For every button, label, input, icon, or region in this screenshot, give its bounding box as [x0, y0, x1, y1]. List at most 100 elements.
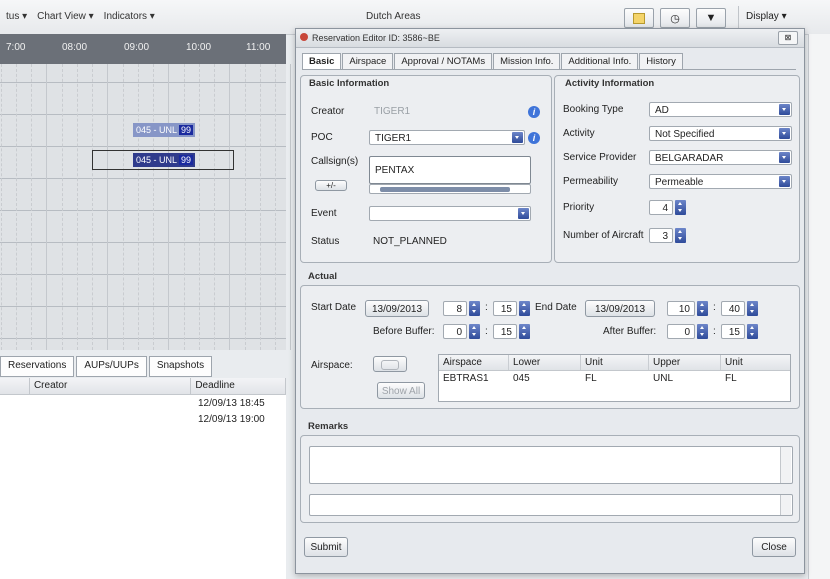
time-separator: : [713, 326, 716, 337]
tab-airspace[interactable]: Airspace [342, 53, 394, 70]
poc-select[interactable]: TIGER1 [369, 130, 525, 145]
table-row[interactable]: EBTRAS1 045 FL UNL FL [439, 371, 790, 386]
remarks-textarea[interactable] [309, 446, 793, 484]
grid-quarter-line [199, 64, 200, 350]
end-minute-input[interactable]: 40 [721, 301, 745, 316]
dialog-titlebar[interactable]: Reservation Editor ID: 3586~BE ⊠ [296, 29, 804, 48]
list-item[interactable]: 12/09/13 19:00 [0, 411, 286, 427]
info-icon[interactable]: i [528, 132, 540, 144]
grid-quarter-line [77, 64, 78, 350]
end-date-button[interactable]: 13/09/2013 [585, 300, 655, 317]
show-all-button[interactable]: Show All [377, 382, 425, 399]
add-remove-callsign-button[interactable]: +/- [315, 180, 347, 191]
grid-quarter-line [214, 64, 215, 350]
after-buffer-hour-input[interactable]: 0 [667, 324, 695, 339]
end-hour-input[interactable]: 10 [667, 301, 695, 316]
tab-approval-notams[interactable]: Approval / NOTAMs [394, 53, 493, 70]
callsign-item[interactable]: PENTAX [375, 165, 414, 176]
callsign-list[interactable]: PENTAX [369, 156, 531, 184]
column-lower[interactable]: Lower [509, 355, 581, 370]
service-provider-value: BELGARADAR [655, 153, 724, 164]
window-close-button[interactable]: ⊠ [778, 31, 798, 45]
grid-row-line [0, 306, 286, 307]
secondary-scrollbar[interactable] [780, 495, 791, 515]
scroll-thumb[interactable] [380, 187, 510, 192]
chevron-down-icon[interactable] [518, 208, 529, 219]
permeability-select[interactable]: Permeable [649, 174, 792, 189]
display-menu[interactable]: Display ▾ [746, 11, 787, 22]
grid-row-line [0, 274, 286, 275]
start-hour-spinner[interactable] [469, 301, 480, 316]
column-upper-unit[interactable]: Unit [721, 355, 788, 370]
map-icon [381, 360, 399, 370]
before-buffer-label: Before Buffer: [373, 326, 435, 337]
menu-bar: tus ▾ Chart View ▾ Indicators ▾ [6, 11, 155, 22]
tab-additional-info[interactable]: Additional Info. [561, 53, 639, 70]
dialog-title: Reservation Editor ID: 3586~BE [312, 33, 440, 43]
after-buffer-minute-spinner[interactable] [747, 324, 758, 339]
filter-button[interactable]: ▼ [696, 8, 726, 28]
service-provider-select[interactable]: BELGARADAR [649, 150, 792, 165]
submit-button[interactable]: Submit [304, 537, 348, 557]
column-upper[interactable]: Upper [649, 355, 721, 370]
tab-history[interactable]: History [639, 53, 683, 70]
event-label: Event [311, 208, 337, 219]
tab-aups-uups[interactable]: AUPs/UUPs [76, 356, 147, 377]
remarks-secondary-textarea[interactable] [309, 494, 793, 516]
remarks-group [300, 435, 800, 523]
tab-reservations[interactable]: Reservations [0, 356, 75, 377]
column-airspace[interactable]: Airspace [439, 355, 509, 370]
list-item[interactable]: 12/09/13 18:45 [0, 395, 286, 411]
close-button[interactable]: Close [752, 537, 796, 557]
aircraft-count-spinner[interactable] [675, 228, 686, 243]
grid-quarter-line [31, 64, 32, 350]
tab-snapshots[interactable]: Snapshots [148, 356, 213, 377]
chevron-down-icon[interactable] [779, 152, 790, 163]
column-creator[interactable]: Creator [30, 378, 192, 394]
start-date-button[interactable]: 13/09/2013 [365, 300, 429, 317]
tab-basic[interactable]: Basic [302, 53, 342, 70]
remarks-scrollbar[interactable] [780, 447, 791, 483]
activity-select[interactable]: Not Specified [649, 126, 792, 141]
reservation-editor-dialog: Reservation Editor ID: 3586~BE ⊠ Basic A… [295, 28, 805, 574]
tab-mission-info[interactable]: Mission Info. [493, 53, 561, 70]
before-buffer-hour-spinner[interactable] [469, 324, 480, 339]
info-icon[interactable]: i [528, 106, 540, 118]
reservation-bar[interactable]: 045 - UNL 99 [133, 123, 195, 137]
chevron-down-icon[interactable] [779, 128, 790, 139]
reservation-bar-selected[interactable]: 045 - UNL 99 [133, 153, 195, 167]
cell-upper-unit: FL [725, 373, 737, 384]
before-buffer-hour-input[interactable]: 0 [443, 324, 467, 339]
map-button[interactable] [373, 356, 407, 372]
notes-button[interactable] [624, 8, 654, 28]
permeability-value: Permeable [655, 177, 704, 188]
end-hour-spinner[interactable] [697, 301, 708, 316]
chevron-down-icon[interactable] [512, 132, 523, 143]
menu-status[interactable]: tus ▾ [6, 11, 27, 22]
timeline-grid[interactable] [0, 64, 291, 350]
after-buffer-minute-input[interactable]: 15 [721, 324, 745, 339]
priority-spinner[interactable] [675, 200, 686, 215]
after-buffer-hour-spinner[interactable] [697, 324, 708, 339]
end-minute-spinner[interactable] [747, 301, 758, 316]
chevron-down-icon[interactable] [779, 104, 790, 115]
callsign-scrollbar[interactable] [369, 184, 531, 194]
aircraft-count-input[interactable]: 3 [649, 228, 673, 243]
airspace-table-header: Airspace Lower Unit Upper Unit [439, 355, 790, 371]
column-lower-unit[interactable]: Unit [581, 355, 649, 370]
before-buffer-minute-spinner[interactable] [519, 324, 530, 339]
grid-hour-line [107, 64, 108, 350]
menu-chart-view[interactable]: Chart View ▾ [37, 11, 94, 22]
priority-input[interactable]: 4 [649, 200, 673, 215]
column-deadline[interactable]: Deadline [191, 378, 287, 394]
start-minute-spinner[interactable] [519, 301, 530, 316]
history-button[interactable]: ◷ [660, 8, 690, 28]
before-buffer-minute-input[interactable]: 15 [493, 324, 517, 339]
activity-value: Not Specified [655, 129, 715, 140]
start-hour-input[interactable]: 8 [443, 301, 467, 316]
start-minute-input[interactable]: 15 [493, 301, 517, 316]
menu-indicators[interactable]: Indicators ▾ [104, 11, 155, 22]
event-select[interactable] [369, 206, 531, 221]
chevron-down-icon[interactable] [779, 176, 790, 187]
booking-type-select[interactable]: AD [649, 102, 792, 117]
